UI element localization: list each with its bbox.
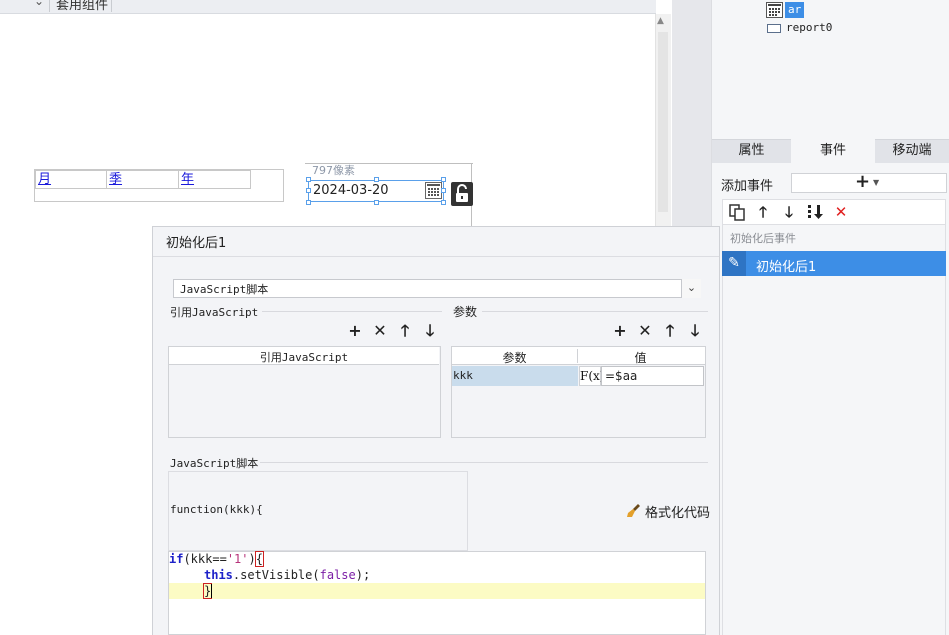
event-list xyxy=(722,225,946,635)
move-down-param-icon[interactable]: 🡓 xyxy=(686,322,704,340)
toolbar-divider xyxy=(111,0,112,12)
tab-quarter[interactable]: 季 xyxy=(106,170,179,189)
delete-icon[interactable]: ✕ xyxy=(831,202,851,222)
ref-js-column-header: 引用JavaScript xyxy=(259,351,349,364)
param-value-column-header: 值 xyxy=(634,351,647,365)
move-down-ref-icon[interactable]: 🡓 xyxy=(421,322,439,340)
format-code-button[interactable]: 格式化代码 xyxy=(645,502,710,521)
edit-pencil-icon[interactable]: ✎ xyxy=(722,251,746,276)
current-line-highlight xyxy=(169,583,705,599)
tab-year[interactable]: 年 xyxy=(178,170,251,189)
tree-item-ar[interactable]: ar xyxy=(785,2,805,18)
code-token: this xyxy=(204,568,233,582)
date-value: 2024-03-20 xyxy=(313,183,389,198)
resize-handle[interactable] xyxy=(374,177,379,182)
code-token: false xyxy=(319,568,356,582)
move-bottom-icon[interactable] xyxy=(805,202,825,222)
code-token: ); xyxy=(355,568,371,582)
resize-handle[interactable] xyxy=(306,177,311,182)
tab-month[interactable]: 月 xyxy=(35,170,107,189)
caret-down-icon[interactable]: ▼ xyxy=(873,178,879,187)
script-type-value: JavaScript脚本 xyxy=(180,283,269,296)
toolbar-divider xyxy=(49,0,50,12)
copy-icon[interactable] xyxy=(727,202,747,222)
scroll-up-icon[interactable]: ▲ xyxy=(657,16,664,26)
move-up-ref-icon[interactable]: 🡑 xyxy=(396,322,414,340)
resize-handle[interactable] xyxy=(374,200,379,205)
add-param-icon[interactable]: + xyxy=(611,322,629,340)
tree-item-report0[interactable]: report0 xyxy=(786,21,832,34)
broom-icon[interactable] xyxy=(626,503,642,519)
chevron-down-icon[interactable]: ⌄ xyxy=(34,0,44,8)
code-token: (kkk== xyxy=(183,552,227,566)
code-token: ) xyxy=(248,552,256,566)
code-token: { xyxy=(254,551,265,567)
params-section-label: 参数 xyxy=(453,305,478,319)
param-value-text: =$aa xyxy=(605,369,638,383)
resize-handle[interactable] xyxy=(441,188,446,193)
param-name-column-header: 参数 xyxy=(502,351,527,365)
calendar-icon[interactable] xyxy=(425,182,442,199)
resize-handle[interactable] xyxy=(441,200,446,205)
lock-icon[interactable] xyxy=(451,182,473,206)
size-indicator-label: 797像素 xyxy=(312,164,355,177)
formula-fx-button[interactable]: F(x) xyxy=(579,366,604,386)
ref-js-section-label: 引用JavaScript xyxy=(170,306,259,319)
calendar-icon xyxy=(766,2,783,18)
resize-handle[interactable] xyxy=(441,177,446,182)
delete-ref-icon[interactable]: ✕ xyxy=(371,322,389,340)
dialog-title-bar xyxy=(153,227,719,257)
add-ref-icon[interactable]: + xyxy=(346,322,364,340)
code-token: '1' xyxy=(226,552,249,566)
move-up-icon[interactable]: 🡑 xyxy=(753,202,773,222)
code-token: .setVisible( xyxy=(232,568,320,582)
section-divider xyxy=(260,462,708,463)
resize-handle[interactable] xyxy=(306,200,311,205)
plus-icon[interactable]: + xyxy=(855,171,870,192)
event-group-label: 初始化后事件 xyxy=(730,232,796,245)
script-section-label: JavaScript脚本 xyxy=(170,457,259,470)
chevron-down-icon[interactable]: ⌄ xyxy=(681,279,701,298)
function-signature: function(kkk){ xyxy=(170,503,263,516)
tab-properties[interactable]: 属性 xyxy=(712,139,791,163)
tab-mobile[interactable]: 移动端 xyxy=(875,139,949,163)
code-token: if xyxy=(169,552,184,566)
move-up-param-icon[interactable]: 🡑 xyxy=(661,322,679,340)
section-divider xyxy=(262,311,442,312)
scrollbar-thumb[interactable] xyxy=(658,32,668,212)
move-down-icon[interactable]: 🡓 xyxy=(779,202,799,222)
resize-handle[interactable] xyxy=(306,188,311,193)
code-line-1: if(kkk=='1'){ xyxy=(169,551,265,567)
tab-events[interactable]: 事件 xyxy=(791,139,875,163)
delete-param-icon[interactable]: ✕ xyxy=(636,322,654,340)
code-line-2: this.setVisible(false); xyxy=(204,567,370,583)
report-icon xyxy=(767,24,781,33)
apply-component-label[interactable]: 套用组件 xyxy=(56,0,108,13)
section-divider xyxy=(482,311,708,312)
add-event-label: 添加事件 xyxy=(721,179,774,194)
event-item-label: 初始化后1 xyxy=(756,260,817,275)
dialog-title: 初始化后1 xyxy=(166,236,227,251)
text-caret xyxy=(211,584,212,598)
param-name-text: kkk xyxy=(453,369,473,382)
